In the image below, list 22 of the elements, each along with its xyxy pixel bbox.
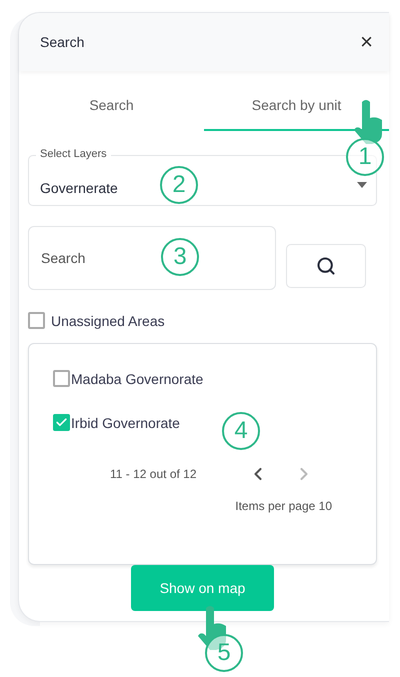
page-range: 11 - 12 out of 12 — [110, 467, 198, 481]
checkbox-label: Unassigned Areas — [51, 312, 165, 328]
tab[interactable]: Search — [19, 81, 204, 131]
items-per-page: Items per page 10 — [235, 499, 332, 513]
select-value: Governerate — [40, 180, 118, 196]
checkbox[interactable] — [53, 414, 70, 431]
close-button[interactable]: × — [358, 30, 375, 54]
checkbox[interactable] — [53, 370, 70, 387]
search-icon — [316, 256, 336, 276]
checkbox-label: Irbid Governorate — [71, 414, 180, 430]
step-number: 1 — [346, 138, 384, 176]
step-number: 2 — [160, 166, 198, 204]
panel-title: Search — [40, 34, 84, 50]
step-number: 4 — [222, 412, 260, 450]
check-icon — [55, 416, 68, 429]
search-button[interactable] — [286, 244, 366, 288]
caret-icon — [357, 182, 367, 188]
step-number: 3 — [161, 238, 199, 276]
select-label: Select Layers — [36, 148, 111, 161]
checkbox-label: Madaba Governorate — [71, 370, 204, 386]
step-number: 5 — [205, 634, 243, 672]
checkbox[interactable] — [28, 312, 45, 329]
